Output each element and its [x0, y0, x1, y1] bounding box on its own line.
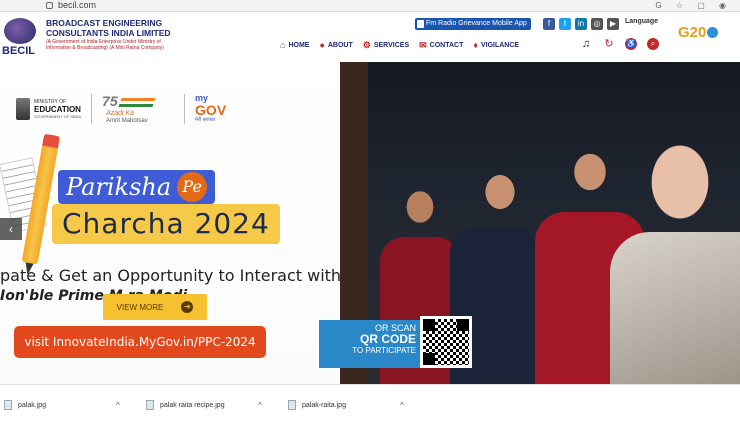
accessibility-icon[interactable]: ♿	[625, 38, 637, 50]
ministry-of-education-logo: MINISTRY OF EDUCATION GOVERNMENT OF INDI…	[16, 98, 81, 120]
logo-emblem	[4, 18, 36, 44]
search-icon[interactable]: ⌕	[647, 38, 659, 50]
mobile-icon	[417, 20, 424, 28]
company-subtitle: (A Government of India Enterprise Under …	[46, 39, 164, 51]
view-more-label: VIEW MORE	[116, 302, 164, 312]
title-pariksha: Pariksha Pe	[58, 170, 216, 204]
facebook-icon[interactable]: f	[543, 18, 555, 30]
slide-left-panel: MINISTRY OF EDUCATION GOVERNMENT OF INDI…	[0, 62, 342, 384]
hero-slider: MINISTRY OF EDUCATION GOVERNMENT OF INDI…	[0, 62, 740, 384]
scan-line-3: TO PARTICIPATE	[352, 346, 416, 355]
visit-link-banner[interactable]: visit InnovateIndia.MyGov.in/PPC-2024	[14, 326, 266, 358]
download-item[interactable]: palak-raita.jpg ^	[288, 397, 404, 413]
slider-prev-button[interactable]: ‹	[0, 218, 22, 240]
becil-logo[interactable]: BECIL	[0, 16, 40, 58]
azadi-ka-amrit-mahotsav-logo: 75 Azadi Ka Amrit Mahotsav	[102, 93, 174, 125]
azadi-text-1: Azadi Ka	[106, 110, 135, 117]
youtube-icon[interactable]: ▶	[607, 18, 619, 30]
downloads-bar: palak.jpg ^ palak raita recipe.jpg ^ pal…	[0, 384, 740, 425]
image-file-icon	[4, 400, 12, 410]
gears-icon: ⚙	[362, 39, 371, 50]
fm-radio-app-label: Fm Radio Grievance Mobile App	[426, 20, 527, 27]
download-filename: palak.jpg	[18, 401, 47, 409]
browser-address-bar[interactable]: becil.com G ☆ ▢ ◉	[0, 0, 740, 12]
instagram-icon[interactable]: ◎	[591, 18, 603, 30]
azadi-75-mark: 75	[102, 93, 118, 109]
g20-logo: G20	[678, 24, 719, 41]
nav-home[interactable]: ⌂ HOME	[280, 38, 309, 52]
download-filename: palak-raita.jpg	[302, 401, 346, 409]
flag-icon	[118, 98, 156, 107]
image-file-icon	[288, 400, 296, 410]
user-icon: ●	[319, 40, 325, 50]
title-pariksha-text: Pariksha	[66, 173, 172, 201]
partner-logos: MINISTRY OF EDUCATION GOVERNMENT OF INDI…	[16, 92, 243, 126]
chevron-up-icon[interactable]: ^	[400, 401, 404, 410]
nav-vigilance[interactable]: ♦ VIGILANCE	[473, 38, 519, 52]
qr-code[interactable]	[420, 316, 472, 368]
home-icon: ⌂	[280, 40, 286, 50]
linkedin-icon[interactable]: in	[575, 18, 587, 30]
qr-pattern	[423, 319, 469, 365]
twitter-icon[interactable]: t	[559, 18, 571, 30]
scan-qr-callout: OR SCAN QR CODE TO PARTICIPATE	[319, 320, 420, 368]
main-nav: ⌂ HOME ● ABOUT ⚙ SERVICES ✉ CONTACT ♦ VIGILAN…	[280, 38, 519, 52]
moe-line-c: GOVERNMENT OF INDIA	[34, 114, 82, 119]
bell-icon: ♦	[473, 40, 478, 50]
chevron-left-icon: ‹	[9, 222, 13, 236]
company-name: BROADCAST ENGINEERING CONSULTANTS INDIA …	[46, 18, 176, 51]
chevron-up-icon[interactable]: ^	[258, 401, 262, 410]
scan-line-2: QR CODE	[359, 332, 416, 346]
photo-prime-minister	[610, 232, 740, 384]
view-more-button[interactable]: VIEW MORE ➜	[103, 294, 207, 320]
browser-toolbar-icons[interactable]: G ☆ ▢ ◉	[655, 1, 732, 10]
azadi-text-2: Amrit Mahotsav	[106, 118, 148, 124]
logo-text: BECIL	[2, 45, 35, 57]
nav-services[interactable]: ⚙ SERVICES	[363, 38, 409, 52]
sync-icon[interactable]: ↻	[603, 38, 615, 50]
nav-contact[interactable]: ✉ CONTACT	[419, 38, 463, 52]
company-name-line1: BROADCAST ENGINEERING	[46, 18, 163, 28]
title-pe-badge: Pe	[177, 172, 208, 202]
image-file-icon	[146, 400, 154, 410]
globe-icon	[707, 27, 719, 38]
divider	[91, 94, 93, 124]
language-selector[interactable]: Language	[625, 18, 658, 25]
moe-line-b: EDUCATION	[34, 105, 81, 114]
national-emblem-icon	[16, 98, 30, 120]
nav-contact-label: CONTACT	[429, 41, 464, 49]
site-header: BECIL BROADCAST ENGINEERING CONSULTANTS …	[0, 12, 740, 62]
chevron-up-icon[interactable]: ^	[116, 401, 120, 410]
nav-about-label: ABOUT	[327, 41, 353, 49]
url-text[interactable]: becil.com	[58, 0, 96, 11]
nav-about[interactable]: ● ABOUT	[319, 38, 352, 52]
slide-tagline-1: pate & Get an Opportunity to Interact wi…	[0, 266, 342, 285]
nav-services-label: SERVICES	[373, 41, 410, 49]
nav-vigilance-label: VIGILANCE	[480, 41, 520, 49]
fm-radio-app-button[interactable]: Fm Radio Grievance Mobile App	[415, 18, 531, 30]
company-name-line2: CONSULTANTS INDIA LIMITED	[46, 28, 171, 38]
arrow-right-icon: ➜	[181, 301, 194, 313]
mygov-logo: my GOV मेरी सरकार	[195, 94, 243, 124]
download-item[interactable]: palak raita recipe.jpg ^	[146, 397, 262, 413]
g20-text: G20	[678, 24, 707, 41]
moe-text: MINISTRY OF EDUCATION GOVERNMENT OF INDI…	[34, 99, 81, 119]
divider	[184, 94, 186, 124]
download-item[interactable]: palak.jpg ^	[4, 397, 120, 413]
lock-icon	[46, 2, 53, 9]
mygov-gov: GOV	[195, 102, 227, 118]
download-filename: palak raita recipe.jpg	[160, 401, 225, 409]
title-charcha: Charcha 2024	[52, 204, 280, 244]
music-icon[interactable]: ♫	[580, 38, 592, 50]
mail-icon: ✉	[419, 39, 427, 50]
nav-home-label: HOME	[288, 41, 310, 49]
